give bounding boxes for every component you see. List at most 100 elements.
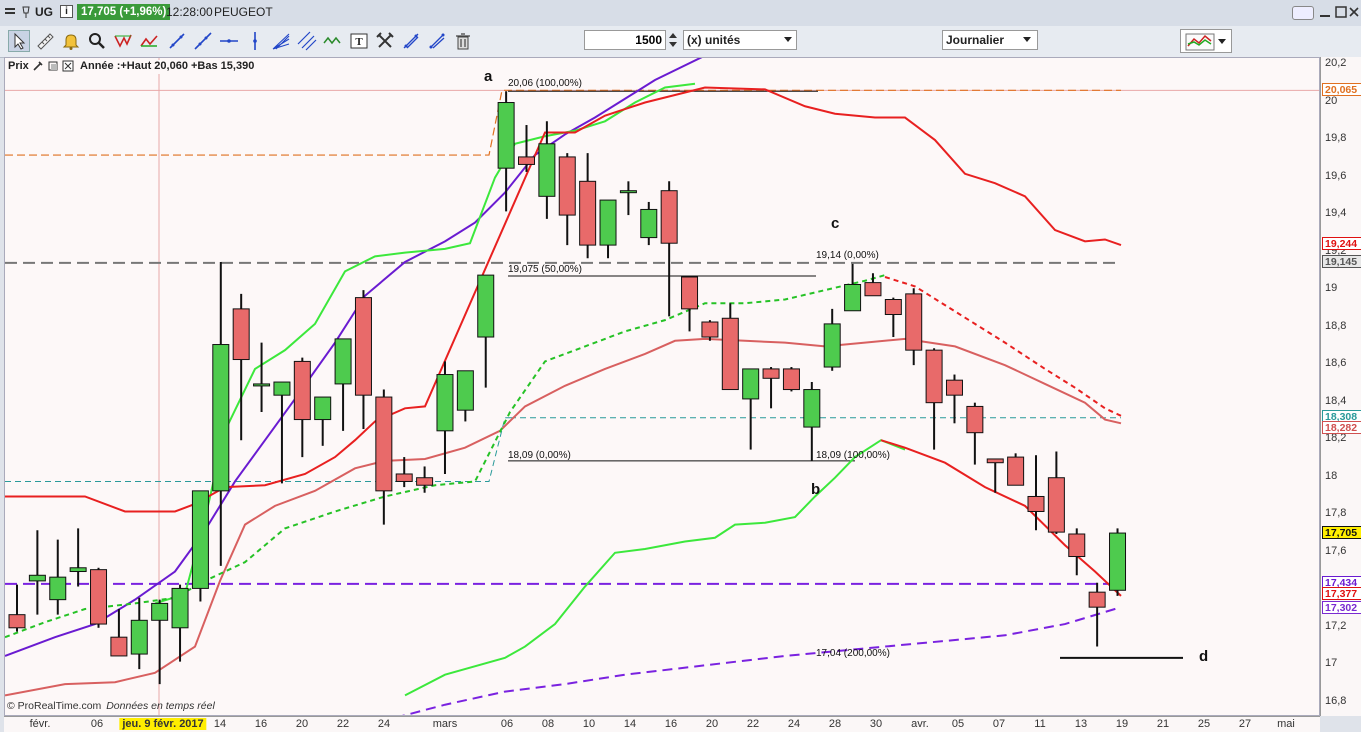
price-axis[interactable]: 20,22019,819,619,419,21918,818,618,418,2…	[1320, 57, 1361, 716]
candle-body	[8, 614, 26, 629]
price-flag: 17,705	[1322, 525, 1361, 539]
candle-body	[762, 368, 780, 379]
y-tick-label: 16,8	[1325, 694, 1347, 707]
candle-body	[518, 156, 535, 165]
price-chart[interactable]: Prix Année :+Haut 20,060 +Bas 15,390 20,…	[4, 57, 1320, 716]
candle-body	[212, 344, 230, 492]
chart-legend: Prix Année :+Haut 20,060 +Bas 15,390	[8, 60, 255, 74]
candle-body	[558, 156, 576, 216]
wave-icon[interactable]	[112, 30, 134, 52]
close-indicator-icon[interactable]	[62, 60, 74, 72]
candle-body	[945, 379, 963, 396]
cursor-icon[interactable]	[8, 30, 30, 52]
candle-body	[49, 576, 67, 601]
y-tick-label: 18,8	[1325, 319, 1347, 332]
period-select-value: Journalier	[946, 33, 1005, 47]
cross-icon[interactable]	[400, 30, 422, 52]
y-tick-label: 17,6	[1325, 544, 1347, 557]
candle-body	[253, 383, 271, 387]
wave-text-icon[interactable]	[322, 30, 344, 52]
maximize-icon[interactable]	[1334, 4, 1348, 20]
candle-body	[660, 190, 678, 244]
x-tick-label: 20	[705, 718, 719, 730]
info-icon[interactable]: i	[60, 5, 73, 18]
x-tick-label: 21	[1156, 718, 1170, 730]
wave-label-a: a	[484, 68, 493, 85]
period-select[interactable]: Journalier	[942, 30, 1038, 50]
text-icon[interactable]: T	[348, 30, 370, 52]
time-axis[interactable]: févr. 06 jeu. 9 févr. 2017 14 16 20 22 24 mars 06…	[4, 716, 1320, 732]
candle-body	[456, 370, 474, 411]
candle-body	[28, 574, 46, 582]
candle-body	[110, 636, 128, 657]
candle-body	[925, 349, 943, 404]
candle-body	[151, 602, 169, 621]
arrow-icon[interactable]	[426, 30, 448, 52]
properties-icon[interactable]	[32, 60, 44, 72]
x-tick-label: mars	[432, 718, 458, 730]
price-flag: 19,244	[1322, 236, 1361, 250]
price-flag: 17,377	[1322, 587, 1361, 601]
price-flag: 20,065	[1322, 82, 1361, 96]
svg-text:T: T	[355, 36, 363, 48]
chevron-down-icon	[1023, 37, 1031, 42]
chevron-down-icon	[1218, 39, 1226, 44]
x-tick-label: févr.	[29, 718, 51, 730]
y-tick-label: 18,6	[1325, 357, 1347, 370]
candle-body	[986, 458, 1004, 464]
restore-window-icon[interactable]	[1292, 6, 1314, 20]
candle-body	[966, 405, 984, 434]
y-tick-label: 18,4	[1325, 394, 1347, 407]
indicators-button[interactable]	[1180, 29, 1232, 53]
candle-body	[375, 396, 393, 492]
minimize-icon[interactable]	[1318, 4, 1332, 20]
candle-body	[742, 368, 760, 400]
trendline-icon[interactable]	[192, 30, 214, 52]
y-tick-label: 17,8	[1325, 507, 1347, 520]
title-bar: UG i 17,705 (+1,96%) 12:28:00 PEUGEOT	[0, 0, 1361, 27]
footer-credit: © ProRealTime.com Données en temps réel	[7, 700, 215, 712]
horizontal-line-icon[interactable]	[218, 30, 240, 52]
unit-select[interactable]: (x) unités	[683, 30, 797, 50]
candle-body	[640, 208, 658, 239]
candle-body	[130, 619, 148, 655]
x-tick-label: 20	[295, 718, 309, 730]
candle-body	[314, 396, 332, 421]
fib-label-1809a: 18,09 (0,00%)	[508, 450, 571, 461]
x-tick-label: avr.	[911, 718, 929, 730]
candle-body	[1088, 591, 1106, 608]
x-tick-label: 16	[254, 718, 268, 730]
fib-label-1914: 19,14 (0,00%)	[816, 250, 879, 261]
fib-label-1809b: 18,09 (100,00%)	[816, 450, 890, 461]
window-menu-icon[interactable]	[4, 6, 16, 18]
candle-body	[803, 389, 821, 428]
vertical-line-icon[interactable]	[244, 30, 266, 52]
zoom-icon[interactable]	[86, 30, 108, 52]
quantity-stepper[interactable]	[667, 30, 679, 50]
candle-body	[782, 368, 800, 391]
line-icon[interactable]	[166, 30, 188, 52]
candle-body	[69, 567, 87, 573]
window-icon[interactable]	[47, 60, 59, 72]
fibonacci-fan-icon[interactable]	[270, 30, 292, 52]
alarm-bell-icon[interactable]	[60, 30, 82, 52]
x-tick-label: 25	[1197, 718, 1211, 730]
candle-body	[497, 102, 515, 169]
x-tick-label: 14	[213, 718, 227, 730]
x-tick-label: 30	[869, 718, 883, 730]
candle-body	[1109, 532, 1127, 591]
close-icon[interactable]	[1348, 4, 1361, 20]
x-tick-label: 27	[1238, 718, 1252, 730]
x-tick-label: 16	[664, 718, 678, 730]
wave-fill-icon[interactable]	[138, 30, 160, 52]
x-tick-label: 19	[1115, 718, 1129, 730]
ruler-icon[interactable]	[34, 30, 56, 52]
candle-body	[354, 297, 372, 396]
pin-icon[interactable]	[20, 5, 32, 19]
x-tick-label: mai	[1277, 718, 1295, 730]
parallel-channel-icon[interactable]	[296, 30, 318, 52]
fork-icon[interactable]	[374, 30, 396, 52]
quantity-input[interactable]	[584, 30, 666, 50]
trash-icon[interactable]	[452, 30, 474, 52]
wave-label-c: c	[831, 215, 840, 232]
